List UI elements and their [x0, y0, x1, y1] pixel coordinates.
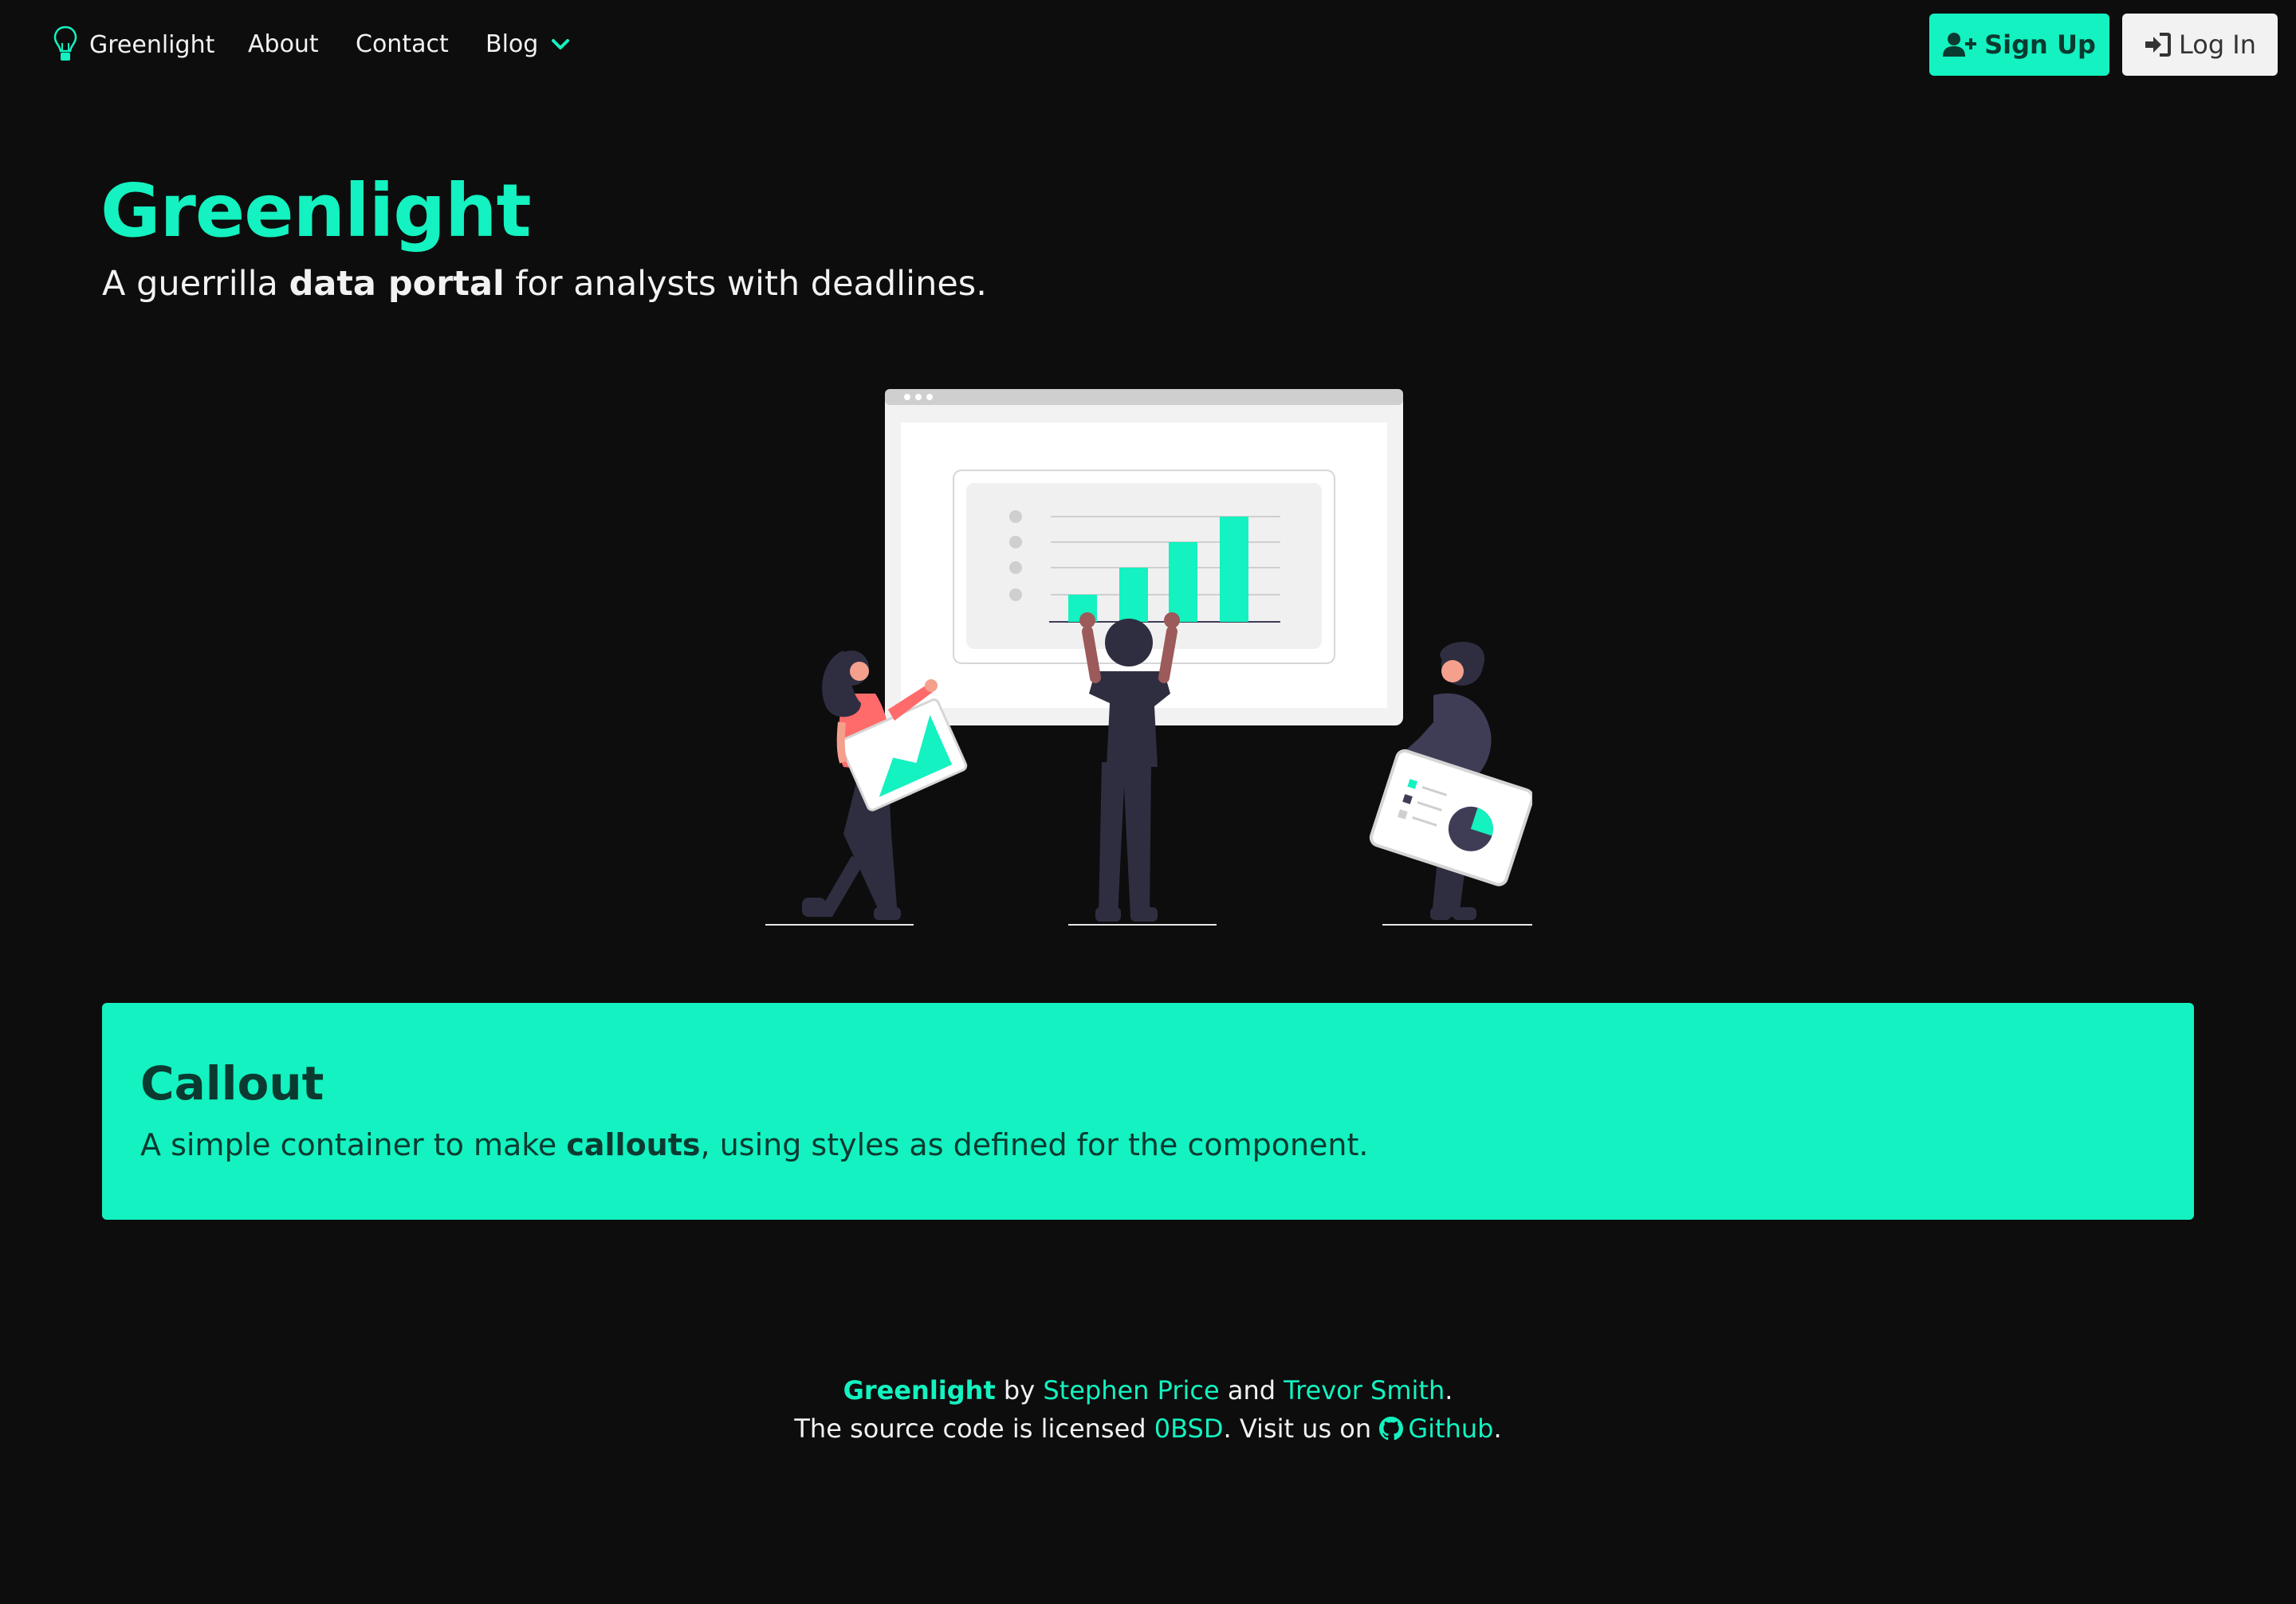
- footer-end: .: [1493, 1413, 1502, 1444]
- github-link[interactable]: Github: [1379, 1413, 1493, 1444]
- nav-contact[interactable]: Contact: [356, 24, 449, 65]
- footer-credits: Greenlight by Stephen Price and Trevor S…: [0, 1371, 2296, 1409]
- user-plus-icon: [1943, 33, 1977, 57]
- author-trevor-smith-link[interactable]: Trevor Smith: [1284, 1375, 1445, 1405]
- footer-visit: . Visit us on: [1223, 1413, 1380, 1444]
- hero-title: Greenlight: [100, 168, 532, 254]
- footer-license-prefix: The source code is licensed: [794, 1413, 1154, 1444]
- brand-name: Greenlight: [89, 30, 215, 59]
- nav-blog-dropdown[interactable]: Blog: [486, 24, 572, 65]
- footer-brand-link[interactable]: Greenlight: [843, 1375, 996, 1405]
- callout-body-prefix: A simple container to make: [140, 1127, 567, 1162]
- lightbulb-icon: [53, 26, 77, 61]
- author-stephen-price-link[interactable]: Stephen Price: [1043, 1375, 1219, 1405]
- footer-license: The source code is licensed 0BSD. Visit …: [0, 1409, 2296, 1448]
- brand-link[interactable]: Greenlight: [53, 24, 214, 65]
- callout-body-suffix: , using styles as defined for the compon…: [700, 1127, 1369, 1162]
- hero-subtitle-prefix: A guerrilla: [102, 264, 289, 304]
- footer-period: .: [1445, 1375, 1453, 1405]
- hero-subtitle: A guerrilla data portal for analysts wit…: [102, 260, 987, 308]
- sign-up-button[interactable]: Sign Up: [1929, 14, 2109, 76]
- people-presenting-charts-illustration: [765, 389, 1532, 926]
- callout-title: Callout: [140, 1056, 324, 1111]
- navbar: Greenlight About Contact Blog Sign Up Lo…: [0, 0, 2296, 89]
- log-in-label: Log In: [2178, 29, 2257, 60]
- hero-subtitle-suffix: for analysts with deadlines.: [504, 264, 987, 304]
- sign-in-icon: [2145, 33, 2171, 57]
- callout-body-emphasis: callouts: [566, 1127, 701, 1162]
- log-in-button[interactable]: Log In: [2122, 14, 2278, 76]
- hero-subtitle-emphasis: data portal: [289, 264, 505, 304]
- sign-up-label: Sign Up: [1984, 29, 2096, 60]
- github-icon: [1379, 1417, 1404, 1441]
- nav-blog-label: Blog: [486, 30, 539, 58]
- footer-by: by: [995, 1375, 1044, 1405]
- footer: Greenlight by Stephen Price and Trevor S…: [0, 1371, 2296, 1448]
- nav-about[interactable]: About: [248, 24, 319, 65]
- footer-and: and: [1219, 1375, 1284, 1405]
- callout-body: A simple container to make callouts, usi…: [140, 1122, 1369, 1167]
- github-link-label: Github: [1408, 1413, 1494, 1444]
- chevron-down-icon: [552, 39, 570, 49]
- license-0bsd-link[interactable]: 0BSD: [1154, 1413, 1224, 1444]
- callout: Callout A simple container to make callo…: [102, 1003, 2194, 1220]
